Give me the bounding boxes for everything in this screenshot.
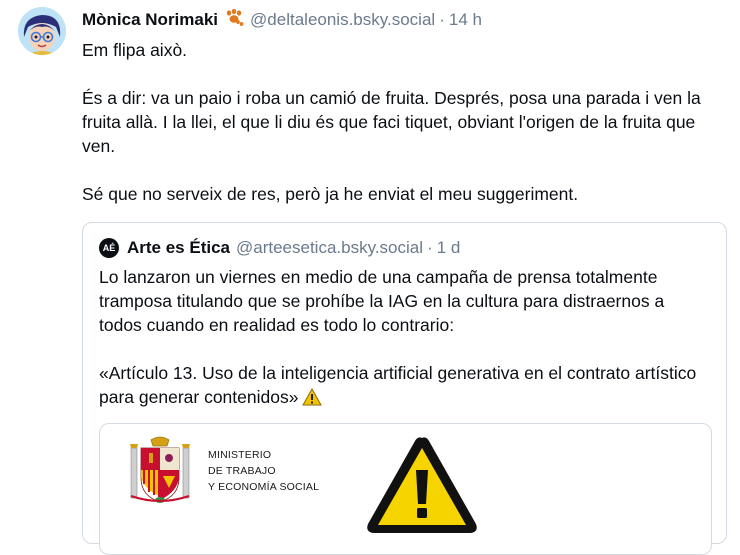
quoted-author-avatar[interactable]: AÉ xyxy=(99,238,119,258)
quoted-post-image[interactable]: MINISTERIO DE TRABAJO Y ECONOMÍA SOCIAL xyxy=(99,423,712,555)
meta-separator: · xyxy=(427,238,433,257)
post-paragraph: Sé que no serveix de res, però ja he env… xyxy=(82,184,579,204)
quoted-paragraph-text: «Artículo 13. Uso de la inteligencia art… xyxy=(99,363,697,407)
quoted-author-name[interactable]: Arte es Ética xyxy=(127,238,230,258)
meta-separator: · xyxy=(439,10,445,29)
spain-coat-of-arms-icon xyxy=(129,434,191,514)
quoted-author-handle[interactable]: @arteesetica.bsky.social xyxy=(236,238,423,258)
post-body: Em flipa això. És a dir: va un paio i ro… xyxy=(82,38,730,206)
post-paragraph: És a dir: va un paio i roba un camió de … xyxy=(82,88,701,156)
quoted-post-body: Lo lanzaron un viernes en medio de una c… xyxy=(99,265,711,412)
warning-icon xyxy=(302,387,323,412)
quoted-post-header: AÉ Arte es Ética @arteesetica.bsky.socia… xyxy=(99,237,460,259)
paw-prints-icon xyxy=(224,8,244,33)
avatar-illustration xyxy=(18,7,66,55)
large-warning-icon xyxy=(362,432,482,547)
author-name[interactable]: Mònica Norimaki xyxy=(82,10,218,30)
quoted-paragraph: Lo lanzaron un viernes en medio de una c… xyxy=(99,267,665,335)
post-timestamp[interactable]: 14 h xyxy=(449,10,482,30)
author-handle[interactable]: @deltaleonis.bsky.social xyxy=(250,10,435,30)
quoted-post-timestamp[interactable]: 1 d xyxy=(437,238,461,258)
ministry-line: MINISTERIO xyxy=(208,449,272,461)
quoted-post[interactable]: AÉ Arte es Ética @arteesetica.bsky.socia… xyxy=(82,222,727,555)
ministry-name: MINISTERIO DE TRABAJO Y ECONOMÍA SOCIAL xyxy=(208,447,319,495)
quoted-paragraph: «Artículo 13. Uso de la inteligencia art… xyxy=(99,361,711,412)
ministry-line: Y ECONOMÍA SOCIAL xyxy=(208,481,320,493)
post-paragraph: Em flipa això. xyxy=(82,40,188,60)
author-avatar[interactable] xyxy=(18,7,66,55)
post-header: Mònica Norimaki @deltaleonis.bsky.social… xyxy=(82,8,482,32)
ministry-line: DE TRABAJO xyxy=(208,465,276,477)
